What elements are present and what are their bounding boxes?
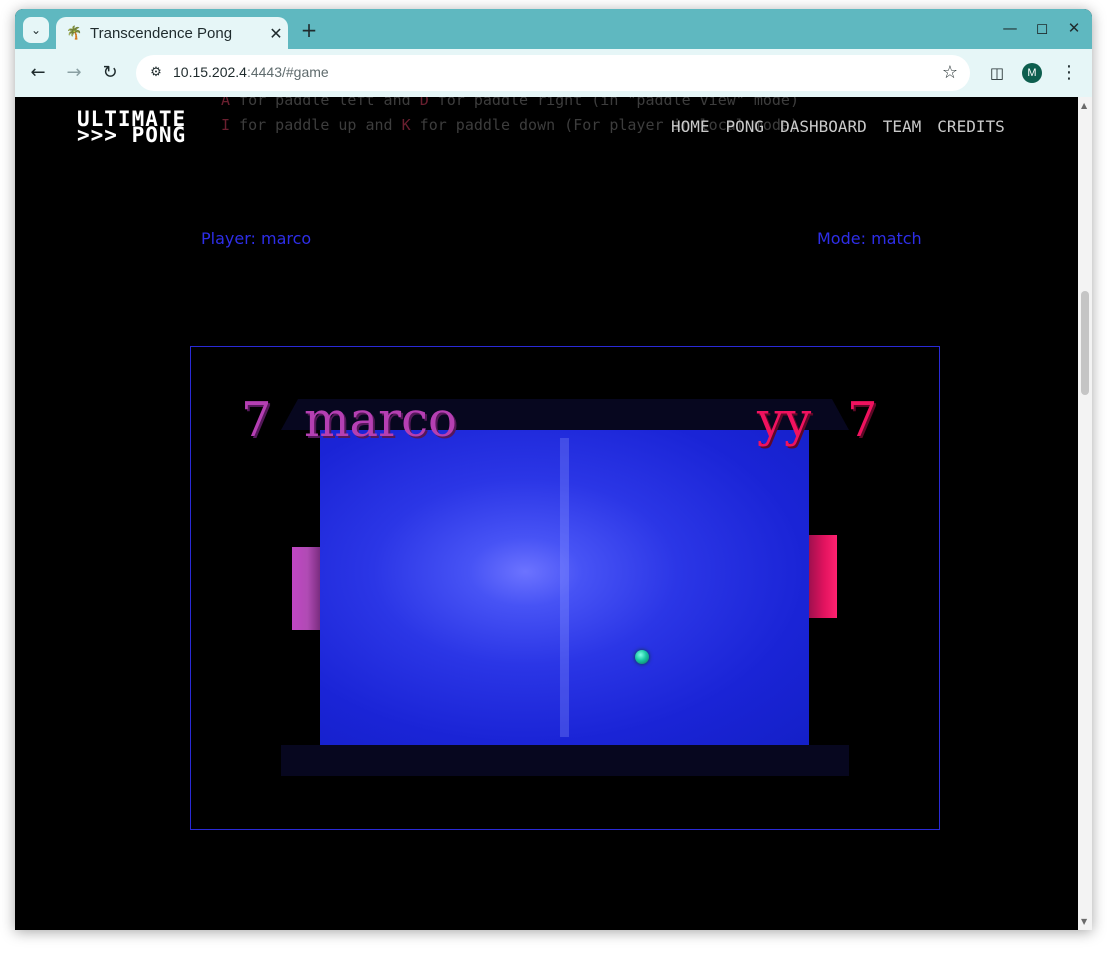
minimize-icon[interactable]: — <box>998 19 1022 37</box>
center-net <box>560 438 569 737</box>
scroll-up-arrow-icon[interactable]: ▲ <box>1081 101 1087 110</box>
url-text[interactable]: 10.15.202.4:4443/#game <box>173 64 329 80</box>
browser-window: ⌄ 🌴 Transcendence Pong ✕ + — ◻ ✕ ← → ↻ ⚙… <box>15 9 1092 930</box>
main-nav: HOME PONG DASHBOARD TEAM CREDITS <box>671 117 1005 136</box>
scroll-thumb[interactable] <box>1081 291 1089 395</box>
forward-arrow-icon[interactable]: → <box>62 61 86 85</box>
reload-icon[interactable]: ↻ <box>98 61 122 85</box>
close-window-icon[interactable]: ✕ <box>1062 19 1086 37</box>
ultimate-pong-logo[interactable]: ULTIMATE >>> PONG <box>77 109 186 146</box>
game-page: A for paddle left and D for paddle right… <box>15 97 1078 930</box>
tab-bar: ⌄ 🌴 Transcendence Pong ✕ + — ◻ ✕ <box>15 9 1092 49</box>
nav-dashboard[interactable]: DASHBOARD <box>780 117 867 136</box>
instruction-line-1: A for paddle left and D for paddle right… <box>221 97 799 109</box>
side-panel-icon[interactable]: ◫ <box>985 61 1009 85</box>
mode-label: Mode: match <box>817 229 922 248</box>
tab-title: Transcendence Pong <box>90 24 233 42</box>
left-paddle <box>292 547 320 630</box>
back-arrow-icon[interactable]: ← <box>26 61 50 85</box>
menu-kebab-icon[interactable]: ⋮ <box>1057 61 1081 85</box>
browser-toolbar: ← → ↻ ⚙ 10.15.202.4:4443/#game ☆ ◫ M ⋮ <box>15 49 1092 97</box>
close-tab-icon[interactable]: ✕ <box>264 24 288 43</box>
right-player-name: yy <box>757 392 812 448</box>
ball <box>635 650 649 664</box>
pong-table <box>320 430 809 745</box>
nav-team[interactable]: TEAM <box>883 117 922 136</box>
front-wall <box>281 745 849 776</box>
right-score: 7 <box>847 392 878 448</box>
new-tab-plus-icon[interactable]: + <box>297 18 321 42</box>
nav-home[interactable]: HOME <box>671 117 710 136</box>
site-settings-icon[interactable]: ⚙ <box>146 63 166 83</box>
player-label: Player: marco <box>201 229 312 248</box>
nav-credits[interactable]: CREDITS <box>937 117 1004 136</box>
profile-avatar[interactable]: M <box>1022 63 1042 83</box>
maximize-icon[interactable]: ◻ <box>1030 19 1054 37</box>
address-bar[interactable]: ⚙ 10.15.202.4:4443/#game ☆ <box>136 55 970 91</box>
bookmark-star-icon[interactable]: ☆ <box>942 62 958 83</box>
game-canvas[interactable]: 7 marco yy 7 <box>190 346 940 830</box>
tab-transcendence-pong[interactable]: 🌴 Transcendence Pong ✕ <box>56 17 288 49</box>
scroll-down-arrow-icon[interactable]: ▼ <box>1081 917 1087 926</box>
tab-search-chevron-icon[interactable]: ⌄ <box>23 17 49 43</box>
right-paddle <box>809 535 837 618</box>
nav-pong[interactable]: PONG <box>726 117 765 136</box>
palm-tree-favicon-icon: 🌴 <box>66 25 83 41</box>
page-scrollbar[interactable]: ▲ ▼ <box>1078 97 1092 930</box>
left-player-name: marco <box>304 392 457 448</box>
left-score: 7 <box>241 392 272 448</box>
